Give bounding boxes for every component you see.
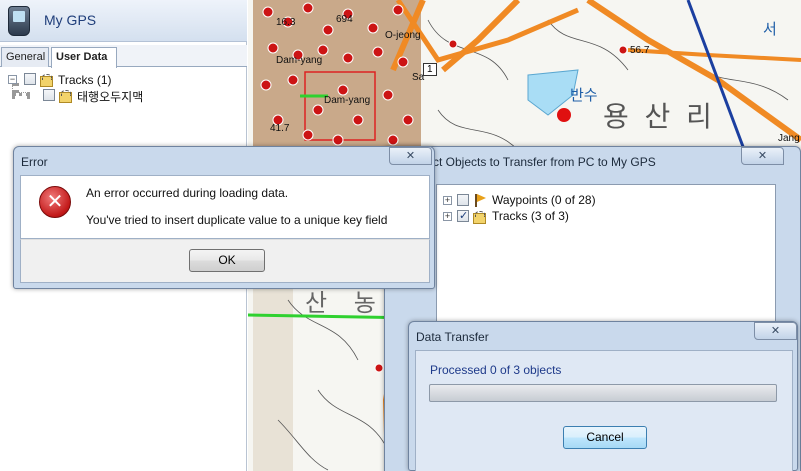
- error-dialog-title: Error: [21, 155, 48, 169]
- map-label: Jang: [778, 133, 800, 144]
- road-blue: [686, 0, 750, 161]
- track-folder-icon: [39, 73, 53, 87]
- map-label: 41.7: [270, 123, 290, 134]
- error-message-line-2: You've tried to insert duplicate value t…: [86, 213, 388, 227]
- error-message-line-1: An error occurred during loading data.: [86, 186, 289, 200]
- sidebar-tabs: General User Data: [0, 45, 247, 68]
- map-label: 서: [763, 21, 777, 38]
- gps-device-icon: [8, 6, 30, 36]
- track-icon: [58, 89, 72, 103]
- select-window-title: ct Objects to Transfer from PC to My GPS: [433, 155, 656, 169]
- tree-connector: [12, 92, 30, 96]
- collapse-icon[interactable]: −: [8, 75, 17, 84]
- expand-icon[interactable]: +: [443, 212, 452, 221]
- sidebar-header: My GPS: [0, 0, 247, 42]
- sidebar-title: My GPS: [44, 12, 97, 28]
- waypoints-label: Waypoints (0 of 28): [492, 193, 596, 207]
- cancel-button[interactable]: Cancel: [563, 426, 647, 449]
- road-orange: [627, 48, 801, 62]
- road-orange: [441, 0, 521, 73]
- track-item-label: 태행오두지맥: [77, 90, 144, 104]
- waypoints-checkbox[interactable]: [457, 194, 469, 206]
- tracks-label: Tracks (3 of 3): [492, 209, 569, 223]
- expand-icon[interactable]: +: [443, 196, 452, 205]
- close-button[interactable]: ✕: [754, 322, 797, 340]
- map-label: 반수: [570, 87, 598, 104]
- tab-user-data[interactable]: User Data: [51, 47, 117, 68]
- map-label: 16.3: [276, 17, 296, 28]
- flag-icon: [474, 194, 486, 207]
- tree-node-track-item[interactable]: 태행오두지맥: [40, 88, 240, 104]
- transfer-status: Processed 0 of 3 objects: [430, 363, 562, 377]
- map-label: 용 산 리: [603, 101, 716, 132]
- tree-node-tracks[interactable]: + Tracks (3 of 3): [443, 209, 763, 225]
- map-label: O-jeong: [385, 30, 421, 41]
- ok-button[interactable]: OK: [189, 249, 265, 272]
- close-button[interactable]: ✕: [741, 147, 784, 165]
- data-transfer-dialog: Data Transfer ✕ Processed 0 of 3 objects…: [408, 321, 798, 471]
- transfer-panel: Processed 0 of 3 objects Cancel: [415, 350, 793, 471]
- track-item-checkbox[interactable]: [43, 89, 55, 101]
- map-label: 694: [336, 14, 353, 25]
- tab-general[interactable]: General: [1, 47, 49, 67]
- transfer-progress-bar: [429, 384, 777, 402]
- tracks-checkbox[interactable]: [24, 73, 36, 85]
- map-label: 56.7: [630, 45, 650, 56]
- error-dialog: Error ✕ ✕ An error occurred during loadi…: [13, 146, 435, 289]
- track-folder-icon: [472, 210, 486, 224]
- tracks-label: Tracks (1): [58, 73, 112, 87]
- close-button[interactable]: ✕: [389, 147, 432, 165]
- tree-node-waypoints[interactable]: + Waypoints (0 of 28): [443, 193, 763, 209]
- tracks-checkbox[interactable]: [457, 209, 469, 222]
- map-marker: [557, 108, 571, 122]
- route-number-badge: 1: [423, 63, 437, 76]
- error-message-panel: ✕ An error occurred during loading data.…: [20, 175, 430, 239]
- map-label: Dam-yang: [276, 55, 323, 66]
- map-label: Dam-yang: [324, 95, 371, 106]
- data-transfer-title: Data Transfer: [416, 330, 489, 344]
- tree-node-tracks[interactable]: − Tracks (1): [8, 72, 238, 88]
- error-icon: ✕: [39, 186, 71, 218]
- error-button-bar: OK: [20, 239, 430, 283]
